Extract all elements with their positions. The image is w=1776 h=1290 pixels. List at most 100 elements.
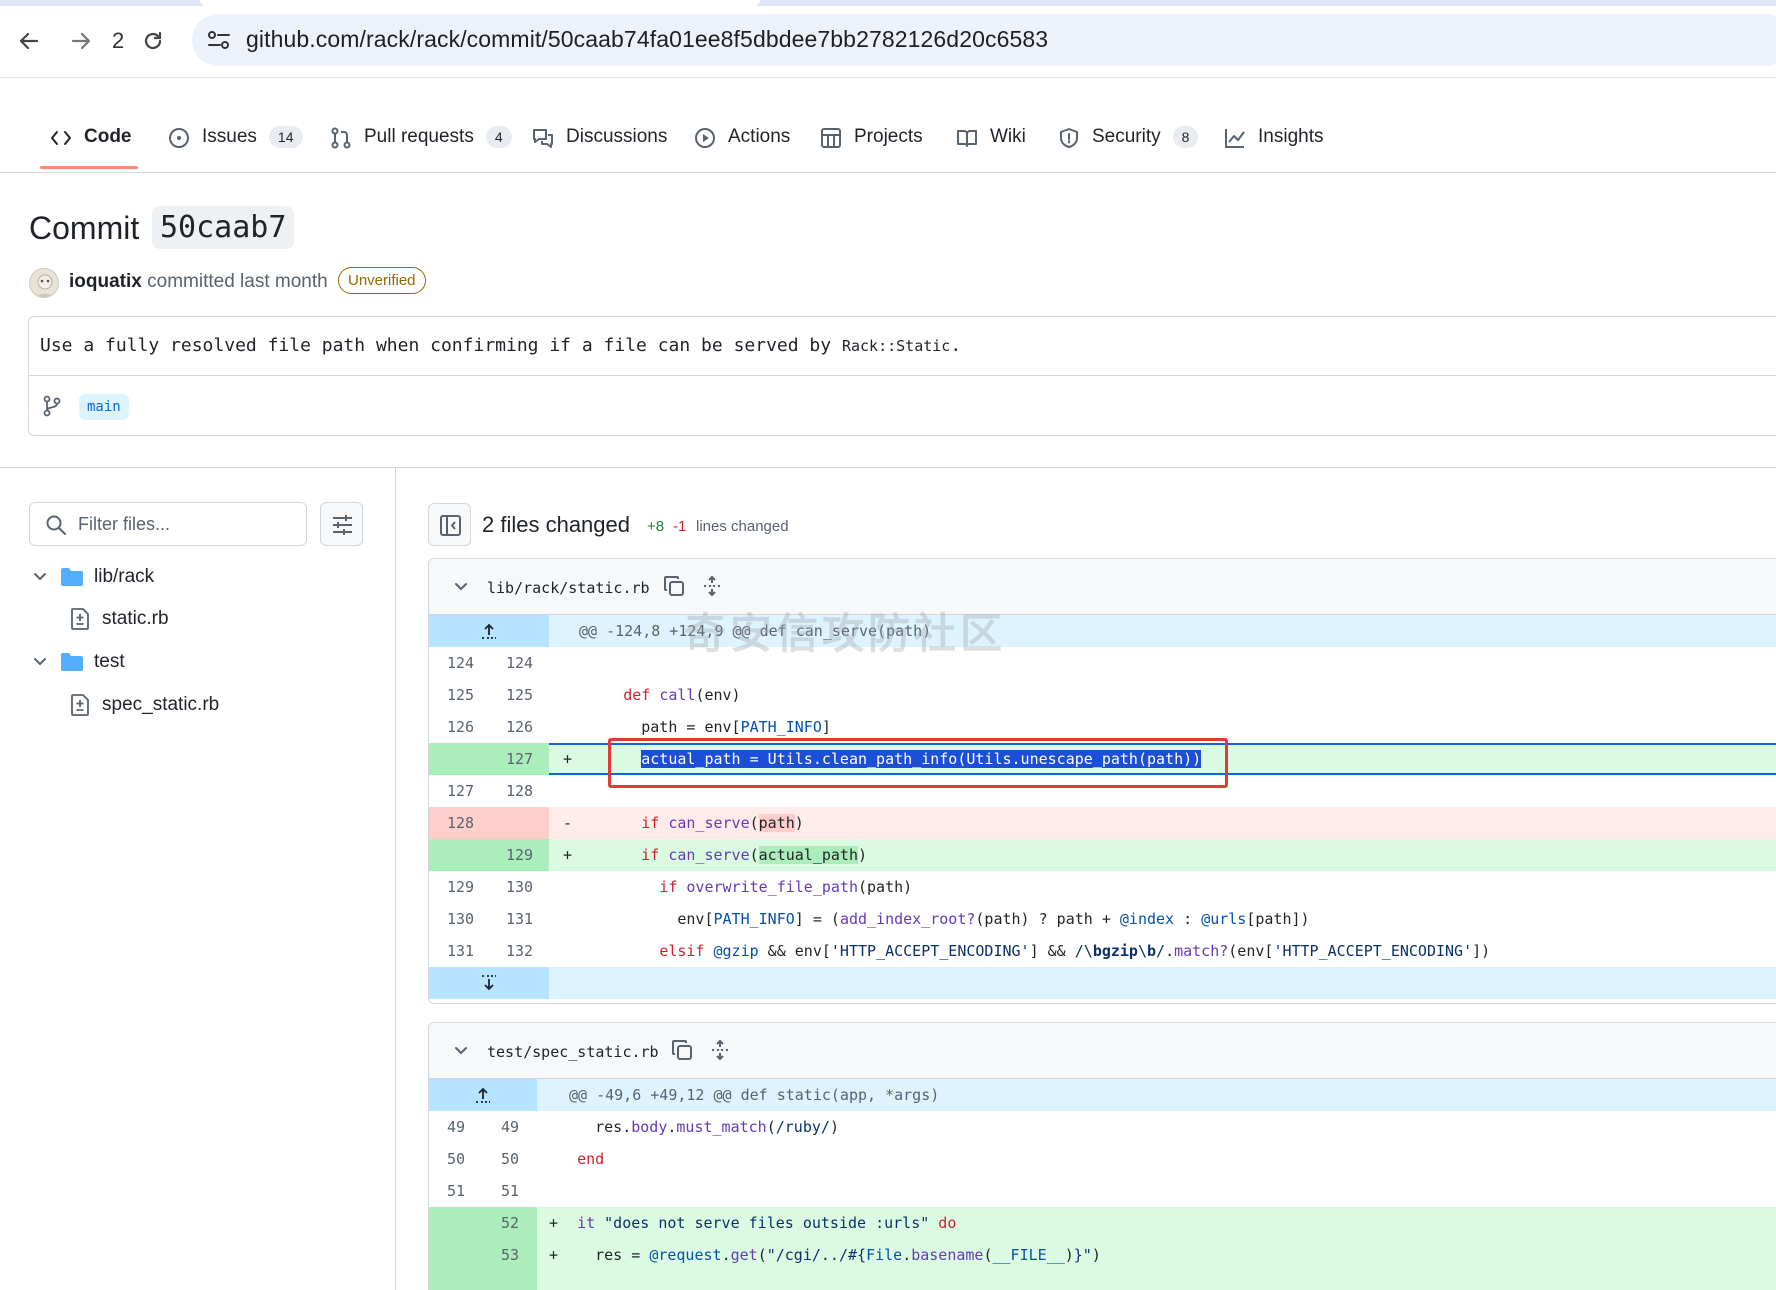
tab-discussions[interactable]: Discussions	[532, 126, 667, 170]
tab-wiki[interactable]: Wiki	[956, 126, 1026, 170]
old-line-number[interactable]: 125	[447, 679, 495, 711]
forward-history-count: 2	[112, 28, 125, 53]
diff-line: 130 131 env[PATH_INFO] = (add_index_root…	[429, 903, 1776, 935]
old-line-number[interactable]: 50	[447, 1143, 495, 1175]
diff-file-spec-static-rb: test/spec_static.rb @@ -49,6 +49,12 @@ d…	[428, 1022, 1776, 1290]
commit-sha[interactable]: 50caab7	[152, 206, 295, 249]
chevron-down-icon[interactable]	[451, 577, 471, 597]
code-token: can_serve	[668, 814, 750, 832]
browser-tab-strip	[0, 0, 1776, 6]
chevron-down-icon[interactable]	[451, 1041, 471, 1061]
tab-actions[interactable]: Actions	[694, 126, 790, 170]
diff-sign: +	[549, 1246, 559, 1264]
old-line-number[interactable]: 128	[447, 807, 495, 839]
reload-icon[interactable]	[136, 24, 170, 58]
tree-folder-test[interactable]: test	[30, 647, 125, 677]
tree-file-spec-static-rb[interactable]: spec_static.rb	[70, 690, 219, 720]
issues-count: 14	[268, 126, 303, 148]
expand-down-icon	[482, 975, 496, 991]
code-token: overwrite_file_path	[686, 878, 858, 896]
tab-insights[interactable]: Insights	[1224, 126, 1323, 170]
copy-icon[interactable]	[663, 575, 685, 597]
old-line-number[interactable]: 49	[447, 1111, 495, 1143]
toggle-file-tree-button[interactable]	[428, 503, 471, 546]
new-line-number[interactable]: 50	[501, 1143, 549, 1175]
diff-line-deleted: 128 - if can_serve(path)	[429, 807, 1776, 839]
additions-count: +8	[647, 518, 665, 535]
code-token: if	[641, 846, 660, 864]
expand-up-button[interactable]	[429, 615, 549, 647]
file-diff-icon	[71, 694, 89, 716]
filter-options-button[interactable]	[320, 502, 363, 546]
old-line-number[interactable]: 126	[447, 711, 495, 743]
file-name[interactable]: test/spec_static.rb	[487, 1043, 659, 1061]
diff-line: 129 130 if overwrite_file_path(path)	[429, 871, 1776, 903]
new-line-number[interactable]: 51	[501, 1175, 549, 1207]
tab-label: Discussions	[566, 126, 668, 147]
new-line-number[interactable]: 131	[506, 903, 554, 935]
unverified-badge[interactable]: Unverified	[338, 267, 426, 294]
code-icon	[50, 127, 72, 149]
expand-all-icon[interactable]	[701, 575, 723, 597]
issue-icon	[168, 127, 190, 149]
copy-icon[interactable]	[671, 1039, 693, 1061]
code-token: elsif	[659, 942, 705, 960]
new-line-number[interactable]: 132	[506, 935, 554, 967]
tab-projects[interactable]: Projects	[820, 126, 923, 170]
old-line-number[interactable]: 129	[447, 871, 495, 903]
diff-line-added: 53 + res = @request.get("/cgi/../#{File.…	[429, 1239, 1776, 1271]
lines-changed-label: lines changed	[696, 518, 789, 535]
url-text[interactable]: github.com/rack/rack/commit/50caab74fa01…	[246, 26, 1048, 53]
new-line-number[interactable]: 126	[506, 711, 554, 743]
book-icon	[956, 127, 978, 149]
code-token: match?	[1174, 942, 1229, 960]
new-line-number[interactable]: 53	[501, 1239, 549, 1271]
old-line-number[interactable]: 131	[447, 935, 495, 967]
author-name[interactable]: ioquatix	[69, 271, 142, 292]
expand-down-button[interactable]	[429, 967, 549, 999]
tab-label: Wiki	[990, 126, 1026, 147]
branch-tag[interactable]: main	[79, 394, 129, 420]
avatar[interactable]	[29, 268, 59, 298]
tree-label: static.rb	[102, 608, 169, 629]
hunk-footer-row	[429, 967, 1776, 999]
commit-message: Use a fully resolved file path when conf…	[40, 335, 961, 356]
code-token: @request	[649, 1246, 722, 1264]
browser-active-tab[interactable]	[200, 0, 760, 6]
tab-code[interactable]: Code	[50, 126, 132, 170]
new-line-number[interactable]: 130	[506, 871, 554, 903]
filter-files-input[interactable]: Filter files...	[29, 502, 307, 546]
tree-folder-lib-rack[interactable]: lib/rack	[30, 562, 154, 592]
tree-file-static-rb[interactable]: static.rb	[70, 604, 169, 634]
expand-up-button[interactable]	[429, 1079, 537, 1111]
new-line-number[interactable]: 129	[506, 839, 554, 871]
forward-icon[interactable]	[64, 24, 98, 58]
code-token: add_index_root?	[839, 910, 976, 928]
new-line-number[interactable]: 124	[506, 647, 554, 679]
browser-toolbar: 2 github.com/rack/rack/commit/50caab74fa…	[0, 0, 1776, 78]
code-token: if	[641, 814, 660, 832]
tab-issues[interactable]: Issues 14	[168, 126, 303, 170]
sliders-icon	[333, 515, 352, 535]
old-line-number[interactable]: 130	[447, 903, 495, 935]
old-line-number[interactable]: 124	[447, 647, 495, 679]
new-line-number[interactable]: 127	[506, 743, 554, 775]
new-line-number[interactable]: 125	[506, 679, 554, 711]
tab-security[interactable]: Security 8	[1058, 126, 1199, 170]
sidebar-divider	[395, 468, 396, 1290]
old-line-number[interactable]: 51	[447, 1175, 495, 1207]
file-name[interactable]: lib/rack/static.rb	[487, 579, 650, 597]
old-line-number[interactable]: 127	[447, 775, 495, 807]
pull-requests-count: 4	[485, 126, 512, 148]
back-icon[interactable]	[12, 24, 46, 58]
new-line-number[interactable]: 49	[501, 1111, 549, 1143]
expand-all-icon[interactable]	[709, 1039, 731, 1061]
watermark: 奇安信攻防社区	[684, 610, 1007, 657]
code-token: "/cgi/../#{	[766, 1246, 867, 1264]
tab-pull-requests[interactable]: Pull requests 4	[330, 126, 512, 170]
expand-up-icon	[476, 1087, 490, 1103]
new-line-number[interactable]: 52	[501, 1207, 549, 1239]
site-settings-icon[interactable]	[206, 28, 232, 52]
hunk-header-row: @@ -124,8 +124,9 @@ def can_serve(path)	[429, 615, 1776, 647]
new-line-number[interactable]: 128	[506, 775, 554, 807]
